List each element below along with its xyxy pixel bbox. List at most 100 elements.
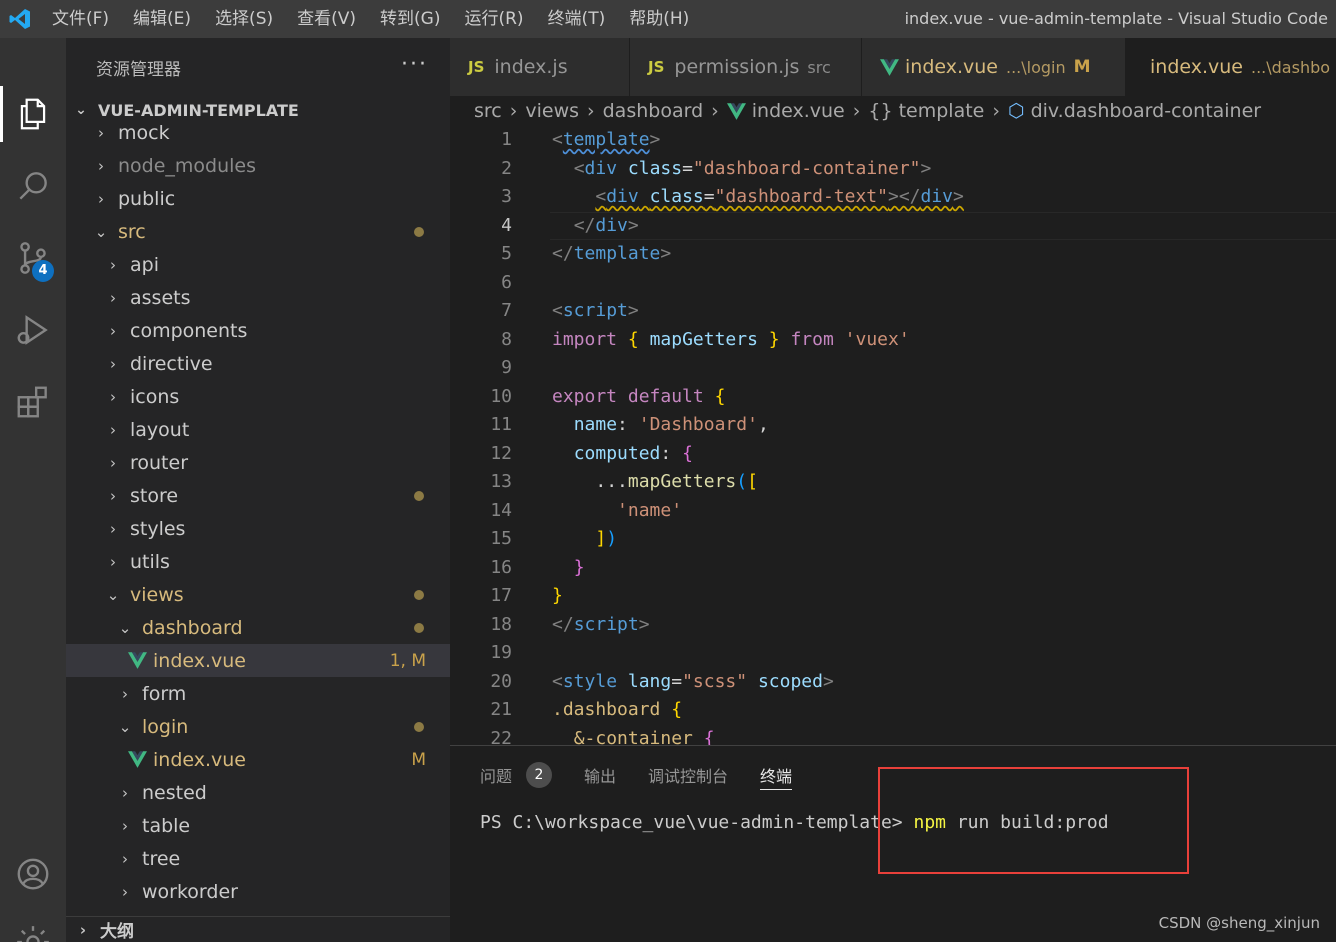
- breadcrumb: src › views › dashboard › index.vue › {} templat…: [450, 96, 1336, 126]
- tree-folder[interactable]: ⌄ src: [66, 215, 450, 248]
- tree-folder[interactable]: ⌄ views: [66, 578, 450, 611]
- panel-tab[interactable]: 终端: [760, 760, 793, 790]
- panel-tab-label: 调试控制台: [648, 767, 729, 786]
- vscode-logo-icon: [0, 0, 40, 38]
- tree-folder[interactable]: › components: [66, 314, 450, 347]
- menu-bar: 文件(F) 编辑(E) 选择(S) 查看(V) 转到(G) 运行(R) 终端(T) 帮助(H): [40, 0, 701, 38]
- panel-tab[interactable]: 输出: [584, 760, 616, 790]
- code-token: :: [617, 414, 639, 435]
- code-token: &-container: [573, 727, 693, 746]
- breadcrumb-item[interactable]: {} template: [868, 100, 984, 122]
- code-line: 12 computed: {: [450, 440, 1336, 469]
- code-token: ...: [595, 471, 628, 492]
- line-number: 20: [490, 670, 512, 692]
- menu-item-5[interactable]: 运行(R): [452, 0, 535, 38]
- tree-folder[interactable]: › utils: [66, 545, 450, 578]
- tree-folder[interactable]: › nested: [66, 776, 450, 809]
- settings-gear-icon[interactable]: [0, 914, 66, 942]
- tree-folder[interactable]: ⌄ login: [66, 710, 450, 743]
- editor-tab[interactable]: index.vue ...\dashbo: [1126, 38, 1336, 96]
- tree-folder[interactable]: › router: [66, 446, 450, 479]
- tree-folder[interactable]: › styles: [66, 512, 450, 545]
- code-token: ): [606, 528, 618, 549]
- breadcrumb-item[interactable]: views: [525, 100, 579, 122]
- tree-folder[interactable]: › mock: [66, 116, 450, 149]
- tree-folder[interactable]: › api: [66, 248, 450, 281]
- code-token: {: [714, 385, 726, 407]
- tree-folder[interactable]: › node_modules: [66, 149, 450, 182]
- code-line: 16 }: [450, 554, 1336, 583]
- code-token: lang: [627, 670, 672, 692]
- tab-description: ...\login: [1006, 57, 1066, 77]
- panel-tab[interactable]: 调试控制台: [648, 760, 728, 790]
- editor-tab[interactable]: JS index.js: [450, 38, 630, 96]
- chevron-right-icon: ›: [79, 920, 87, 939]
- code-token: export: [552, 385, 618, 407]
- code-text: ...mapGetters([: [552, 468, 758, 497]
- code-line: 22 &-container {: [450, 725, 1336, 746]
- source-control-icon[interactable]: [0, 230, 66, 286]
- code-token: from: [790, 328, 834, 350]
- breadcrumb-item[interactable]: dashboard: [603, 100, 704, 122]
- tree-item-label: node_modules: [118, 154, 257, 177]
- menu-item-0[interactable]: 文件(F): [40, 0, 121, 38]
- files-icon[interactable]: [0, 86, 66, 142]
- tree-folder[interactable]: › workorder: [66, 875, 450, 908]
- chevron-right-icon: ›: [110, 486, 116, 505]
- panel-tab[interactable]: 问题 2: [480, 760, 553, 790]
- line-number: 12: [490, 442, 512, 464]
- editor-tab[interactable]: index.vue ...\login M: [862, 38, 1126, 96]
- menu-item-7[interactable]: 帮助(H): [617, 0, 701, 38]
- code-editor[interactable]: 1 <template> 2 <div class="dashboard-conta…: [450, 126, 1336, 745]
- editor-tab[interactable]: JS permission.js src: [630, 38, 862, 96]
- git-status: M: [411, 749, 426, 770]
- more-actions-icon[interactable]: ···: [401, 52, 428, 77]
- explorer-header: 资源管理器 ···: [66, 38, 450, 96]
- code-token: (: [736, 471, 748, 492]
- run-debug-icon[interactable]: [0, 302, 66, 358]
- tree-folder[interactable]: › tree: [66, 842, 450, 875]
- tree-folder[interactable]: › layout: [66, 413, 450, 446]
- code-token: {: [627, 328, 639, 350]
- tab-description: src: [807, 57, 831, 77]
- menu-item-1[interactable]: 编辑(E): [121, 0, 203, 38]
- code-token: >: [627, 214, 639, 236]
- tree-folder[interactable]: › store: [66, 479, 450, 512]
- vue-file-icon: [726, 102, 746, 120]
- tree-file[interactable]: index.vue M: [66, 743, 450, 776]
- outline-section[interactable]: › 大纲: [66, 916, 450, 942]
- menu-item-3[interactable]: 查看(V): [285, 0, 368, 38]
- code-text: }: [552, 554, 585, 583]
- tree-folder[interactable]: › icons: [66, 380, 450, 413]
- extensions-icon[interactable]: [0, 374, 66, 430]
- chevron-down-icon: ⌄: [94, 222, 108, 241]
- tree-folder[interactable]: › table: [66, 809, 450, 842]
- tree-folder[interactable]: › form: [66, 677, 450, 710]
- code-token: class: [627, 157, 683, 179]
- code-token: {: [671, 699, 683, 720]
- code-token: >: [649, 129, 661, 150]
- chevron-down-icon: ⌄: [118, 618, 132, 637]
- code-text: }: [552, 582, 563, 611]
- breadcrumb-item[interactable]: src: [474, 100, 502, 122]
- menu-item-2[interactable]: 选择(S): [203, 0, 285, 38]
- menu-item-4[interactable]: 转到(G): [368, 0, 452, 38]
- account-icon[interactable]: [0, 846, 66, 902]
- code-text: .dashboard {: [552, 696, 682, 725]
- tree-file[interactable]: index.vue 1, M: [66, 644, 450, 677]
- bottom-panel: 问题 2 输出 调试控制台 终端 PS C:\workspace_vue\vue-adm…: [450, 745, 1336, 942]
- tree-folder[interactable]: ⌄ dashboard: [66, 611, 450, 644]
- tree-folder[interactable]: › public: [66, 182, 450, 215]
- breadcrumb-item[interactable]: div.dashboard-container: [1031, 100, 1262, 122]
- tree-folder[interactable]: › directive: [66, 347, 450, 380]
- tree-folder[interactable]: › assets: [66, 281, 450, 314]
- search-icon[interactable]: [0, 158, 66, 214]
- tree-item-label: workorder: [142, 880, 238, 903]
- menu-item-6[interactable]: 终端(T): [536, 0, 618, 38]
- js-file-icon: JS: [648, 58, 665, 76]
- breadcrumb-item[interactable]: index.vue: [752, 100, 845, 122]
